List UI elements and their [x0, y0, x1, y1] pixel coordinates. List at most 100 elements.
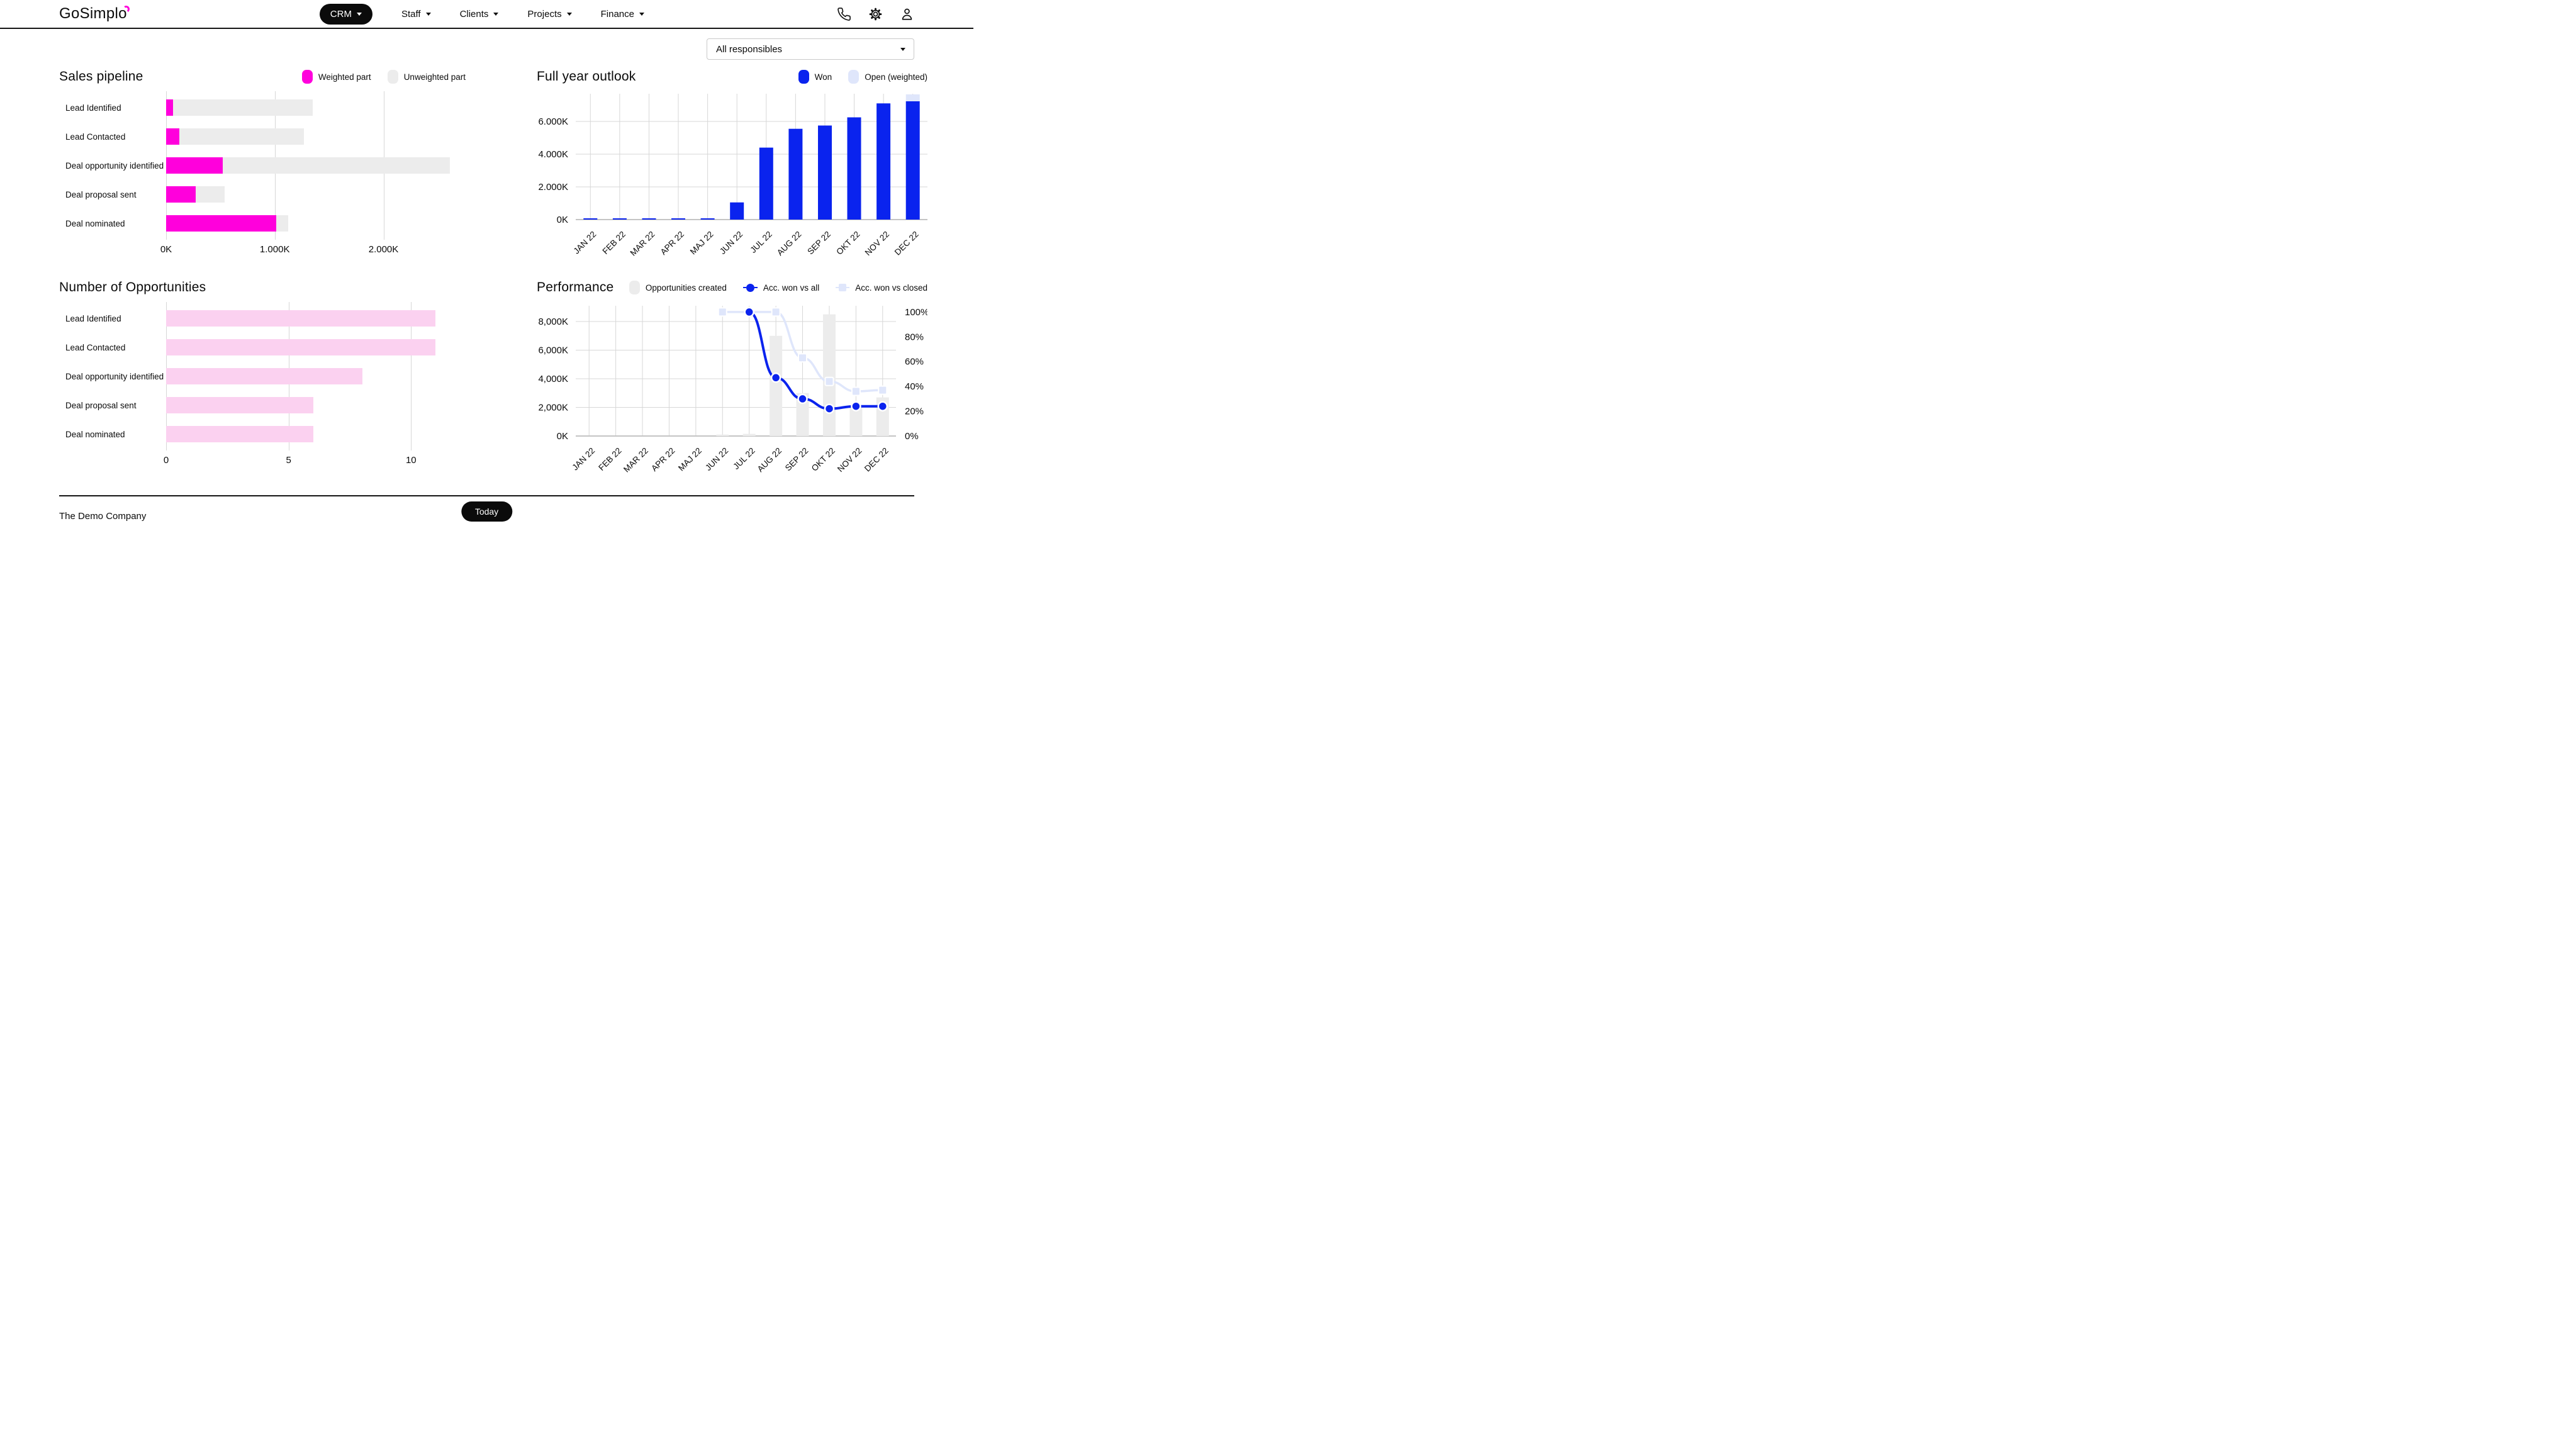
bar-segment — [166, 157, 223, 174]
nav-item-finance[interactable]: Finance — [601, 9, 644, 20]
nav-item-staff[interactable]: Staff — [401, 9, 431, 20]
bar-row: Deal proposal sent — [59, 186, 466, 203]
open-weighted-bars — [906, 94, 920, 101]
logo[interactable]: GoSimplo — [59, 5, 127, 23]
chevron-down-icon — [567, 13, 572, 16]
svg-text:JAN 22: JAN 22 — [570, 446, 596, 473]
bar-track — [166, 157, 465, 174]
x-axis-labels: JAN 22FEB 22MAR 22APR 22MAJ 22JUN 22JUL … — [570, 446, 890, 474]
svg-text:6,000K: 6,000K — [538, 345, 568, 356]
number-of-opportunities-card: Number of Opportunities Lead Identified … — [59, 278, 466, 479]
category-label: Deal opportunity identified — [59, 372, 166, 381]
legend-full-year-outlook: WonOpen (weighted) — [798, 70, 927, 84]
svg-text:4.000K: 4.000K — [538, 149, 568, 160]
chart-title-full-year-outlook: Full year outlook — [537, 69, 636, 84]
bar-row: Deal nominated — [59, 426, 466, 442]
svg-text:40%: 40% — [905, 381, 924, 392]
bar-row: Deal opportunity identified — [59, 368, 466, 384]
legend-label: Opportunities created — [646, 283, 727, 293]
full-year-outlook-chart: 0K2.000K4.000K6.000KJAN 22FEB 22MAR 22AP… — [537, 91, 927, 262]
today-button[interactable]: Today — [461, 501, 512, 522]
x-axis: 0510 — [166, 450, 465, 467]
bar-track — [166, 99, 465, 116]
legend-label: Open (weighted) — [865, 72, 927, 82]
bar-track — [166, 215, 465, 232]
bar-track — [166, 339, 465, 355]
svg-text:MAR 22: MAR 22 — [622, 446, 650, 474]
axis-tick-label: 1.000K — [260, 244, 290, 255]
legend-item: Unweighted part — [388, 70, 466, 84]
nav-item-label: Clients — [460, 9, 489, 20]
nav-item-label: CRM — [330, 9, 352, 20]
svg-text:4,000K: 4,000K — [538, 374, 568, 384]
gear-icon[interactable] — [868, 7, 883, 21]
legend-item: Acc. won vs all — [743, 283, 819, 293]
phone-icon[interactable] — [837, 7, 851, 21]
performance-svg: 0K2,000K4,000K6,000K8,000K0%20%40%60%80%… — [537, 302, 927, 476]
legend-item: Open (weighted) — [848, 70, 927, 84]
chart-title-number-of-opportunities: Number of Opportunities — [59, 280, 206, 295]
sales-pipeline-chart: Lead Identified Lead Contacted Deal oppo… — [59, 91, 466, 256]
svg-text:SEP 22: SEP 22 — [805, 230, 832, 257]
top-nav: GoSimplo CRM Staff Clients Projects Fina… — [0, 0, 973, 29]
bar-track — [166, 368, 465, 384]
responsibles-value: All responsibles — [716, 44, 782, 55]
bar-track — [166, 128, 465, 145]
svg-text:0K: 0K — [557, 431, 568, 442]
x-axis-labels: JAN 22FEB 22MAR 22APR 22MAJ 22JUN 22JUL … — [572, 230, 921, 258]
bar-segment — [223, 157, 450, 174]
responsibles-select[interactable]: All responsibles — [707, 38, 914, 60]
bar-segment — [166, 215, 276, 232]
svg-text:AUG 22: AUG 22 — [775, 230, 804, 258]
svg-text:DEC 22: DEC 22 — [863, 446, 890, 474]
svg-text:100%: 100% — [905, 307, 927, 318]
legend-label: Acc. won vs all — [763, 283, 819, 293]
full-year-outlook-card: Full year outlook WonOpen (weighted) 0K2… — [537, 67, 927, 262]
dashboard-grid: Sales pipeline Weighted part Unweighted p… — [59, 67, 914, 479]
nav-item-clients[interactable]: Clients — [460, 9, 499, 20]
company-name: The Demo Company — [59, 511, 146, 522]
bar-row: Deal nominated — [59, 215, 466, 232]
legend-label: Unweighted part — [404, 72, 466, 82]
svg-text:0%: 0% — [905, 431, 919, 442]
nav-item-label: Finance — [601, 9, 634, 20]
chevron-down-icon — [357, 13, 362, 16]
legend-swatch — [629, 281, 640, 294]
svg-text:0K: 0K — [557, 215, 568, 225]
svg-text:OKT 22: OKT 22 — [834, 230, 861, 257]
svg-text:6.000K: 6.000K — [538, 116, 568, 127]
bar-segment — [179, 128, 305, 145]
performance-chart: 0K2,000K4,000K6,000K8,000K0%20%40%60%80%… — [537, 302, 927, 479]
bar-segment — [276, 215, 289, 232]
y-left-labels: 0K2,000K4,000K6,000K8,000K — [538, 316, 568, 442]
legend-swatch — [302, 70, 313, 84]
bar-row: Deal opportunity identified — [59, 157, 466, 174]
svg-text:8,000K: 8,000K — [538, 316, 568, 327]
bar-segment — [173, 99, 313, 116]
svg-text:20%: 20% — [905, 406, 924, 417]
performance-card: Performance Opportunities created Acc. w… — [537, 278, 927, 479]
chart-title-sales-pipeline: Sales pipeline — [59, 69, 143, 84]
nav-item-crm[interactable]: CRM — [320, 4, 372, 25]
user-icon[interactable] — [900, 7, 914, 21]
svg-text:FEB 22: FEB 22 — [601, 230, 627, 256]
bar-segment — [166, 339, 435, 355]
legend-item: Weighted part — [302, 70, 371, 84]
line-dot-marker — [743, 284, 758, 292]
chevron-down-icon — [426, 13, 431, 16]
bar-segment — [166, 426, 313, 442]
svg-text:NOV 22: NOV 22 — [863, 230, 892, 258]
bar-row: Lead Contacted — [59, 128, 466, 145]
legend-swatch — [848, 70, 859, 84]
bar-segment — [166, 128, 179, 145]
nav-item-projects[interactable]: Projects — [527, 9, 571, 20]
nav-item-label: Projects — [527, 9, 561, 20]
nav-item-label: Staff — [401, 9, 421, 20]
footer: The Demo Company Today — [59, 496, 914, 527]
category-label: Lead Identified — [59, 314, 166, 323]
svg-text:OKT 22: OKT 22 — [810, 446, 837, 473]
line-square-marker — [836, 284, 849, 291]
legend-swatch — [798, 70, 809, 84]
filter-row: All responsibles — [59, 38, 914, 60]
bar-segment — [196, 186, 225, 203]
